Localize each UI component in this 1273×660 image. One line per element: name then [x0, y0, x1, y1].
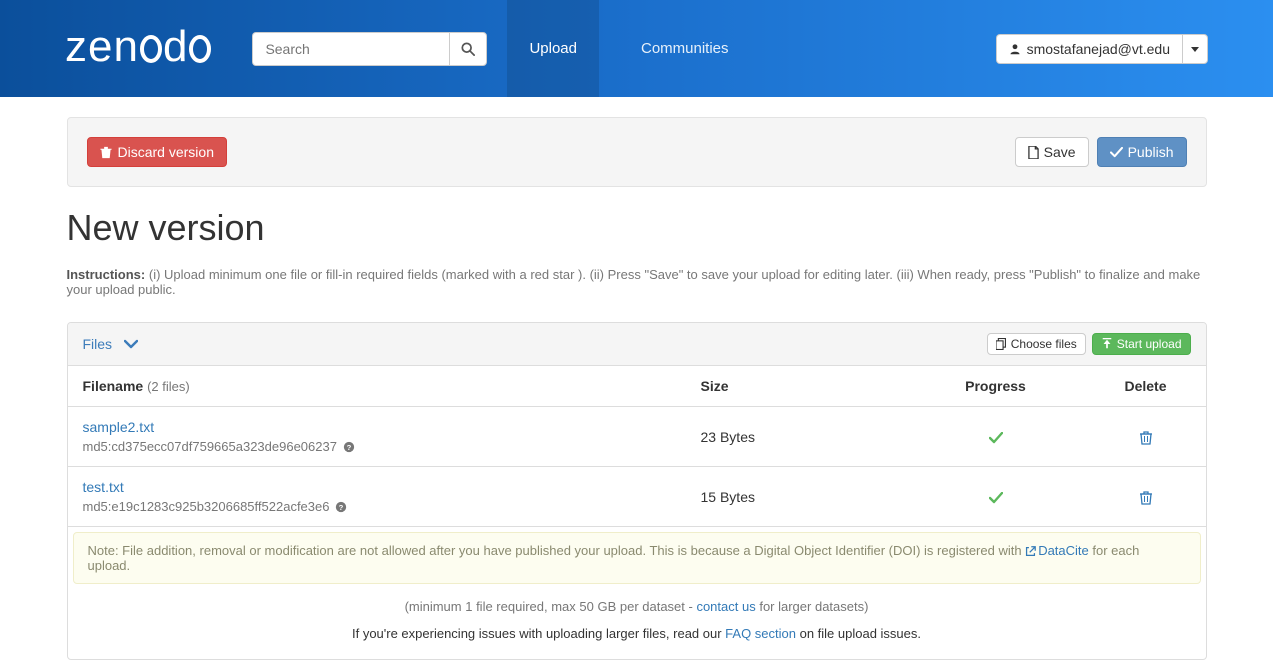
- files-icon: [996, 338, 1007, 350]
- logo[interactable]: zen d: [65, 24, 212, 74]
- trash-icon: [100, 146, 112, 159]
- info-icon[interactable]: ?: [335, 501, 347, 513]
- search-input[interactable]: [252, 32, 449, 66]
- logo-o-icon: [188, 34, 212, 64]
- instructions: Instructions: (i) Upload minimum one fil…: [67, 267, 1207, 297]
- col-filename-label: Filename: [83, 378, 144, 394]
- discard-version-button[interactable]: Discard version: [87, 137, 227, 167]
- start-upload-label: Start upload: [1117, 337, 1182, 351]
- search-button[interactable]: [449, 32, 487, 66]
- external-link-icon: [1025, 546, 1036, 557]
- page-title: New version: [67, 207, 1207, 249]
- files-collapse-toggle[interactable]: Files: [83, 336, 139, 352]
- check-icon: [989, 492, 1003, 504]
- search-icon: [461, 42, 475, 56]
- files-table: Filename (2 files) Size Progress Delete …: [68, 366, 1206, 527]
- file-count: (2 files): [147, 379, 190, 394]
- file-size: 15 Bytes: [686, 467, 906, 527]
- save-button[interactable]: Save: [1015, 137, 1089, 167]
- check-icon: [989, 432, 1003, 444]
- contact-us-link[interactable]: contact us: [696, 599, 755, 614]
- user-email: smostafanejad@vt.edu: [1027, 41, 1170, 57]
- user-icon: [1009, 43, 1021, 55]
- faq-link[interactable]: FAQ section: [725, 626, 796, 641]
- col-progress: Progress: [906, 366, 1086, 407]
- user-button[interactable]: smostafanejad@vt.edu: [996, 34, 1182, 64]
- delete-file-button[interactable]: [1140, 491, 1152, 505]
- svg-text:?: ?: [339, 503, 344, 512]
- table-row: test.txt md5:e19c1283c925b3206685ff522ac…: [68, 467, 1206, 527]
- datacite-link[interactable]: DataCite: [1025, 543, 1092, 558]
- filename-link[interactable]: sample2.txt: [83, 419, 155, 435]
- nav-right: smostafanejad@vt.edu: [996, 34, 1208, 64]
- files-panel: Files Choose files Start upload Filename: [67, 322, 1207, 660]
- col-size: Size: [686, 366, 906, 407]
- upload-icon: [1101, 338, 1113, 350]
- filename-link[interactable]: test.txt: [83, 479, 124, 495]
- col-filename: Filename (2 files): [68, 366, 686, 407]
- choose-files-button[interactable]: Choose files: [987, 333, 1086, 355]
- publish-button[interactable]: Publish: [1097, 137, 1187, 167]
- note-alert: Note: File addition, removal or modifica…: [73, 532, 1201, 584]
- main-container: Discard version Save Publish New version…: [67, 97, 1207, 660]
- faq-text: If you're experiencing issues with uploa…: [68, 614, 1206, 659]
- search-group: [252, 32, 487, 66]
- note-prefix: Note: File addition, removal or modifica…: [88, 543, 1026, 558]
- col-delete: Delete: [1086, 366, 1206, 407]
- md5-hash: md5:cd375ecc07df759665a323de96e06237 ?: [83, 439, 671, 454]
- file-size: 23 Bytes: [686, 407, 906, 467]
- discard-label: Discard version: [118, 144, 214, 160]
- chevron-down-icon: [124, 339, 138, 349]
- user-menu: smostafanejad@vt.edu: [996, 34, 1208, 64]
- save-label: Save: [1044, 144, 1076, 160]
- caret-down-icon: [1191, 45, 1199, 53]
- nav-communities[interactable]: Communities: [619, 0, 751, 97]
- choose-files-label: Choose files: [1011, 337, 1077, 351]
- table-row: sample2.txt md5:cd375ecc07df759665a323de…: [68, 407, 1206, 467]
- instructions-text: (i) Upload minimum one file or fill-in r…: [67, 267, 1201, 297]
- start-upload-button[interactable]: Start upload: [1092, 333, 1191, 355]
- nav-upload[interactable]: Upload: [507, 0, 599, 97]
- md5-hash: md5:e19c1283c925b3206685ff522acfe3e6 ?: [83, 499, 671, 514]
- info-icon[interactable]: ?: [343, 441, 355, 453]
- action-bar: Discard version Save Publish: [67, 117, 1207, 187]
- user-dropdown-toggle[interactable]: [1182, 34, 1208, 64]
- instructions-label: Instructions:: [67, 267, 146, 282]
- files-panel-heading: Files Choose files Start upload: [68, 323, 1206, 366]
- check-icon: [1110, 147, 1123, 158]
- publish-label: Publish: [1128, 144, 1174, 160]
- top-navbar: zen d Upload Communities smostafanejad@v…: [0, 0, 1273, 97]
- file-icon: [1028, 146, 1039, 159]
- files-title: Files: [83, 336, 113, 352]
- delete-file-button[interactable]: [1140, 431, 1152, 445]
- svg-text:?: ?: [347, 443, 352, 452]
- logo-o-icon: [139, 34, 163, 64]
- requirements-text: (minimum 1 file required, max 50 GB per …: [68, 589, 1206, 614]
